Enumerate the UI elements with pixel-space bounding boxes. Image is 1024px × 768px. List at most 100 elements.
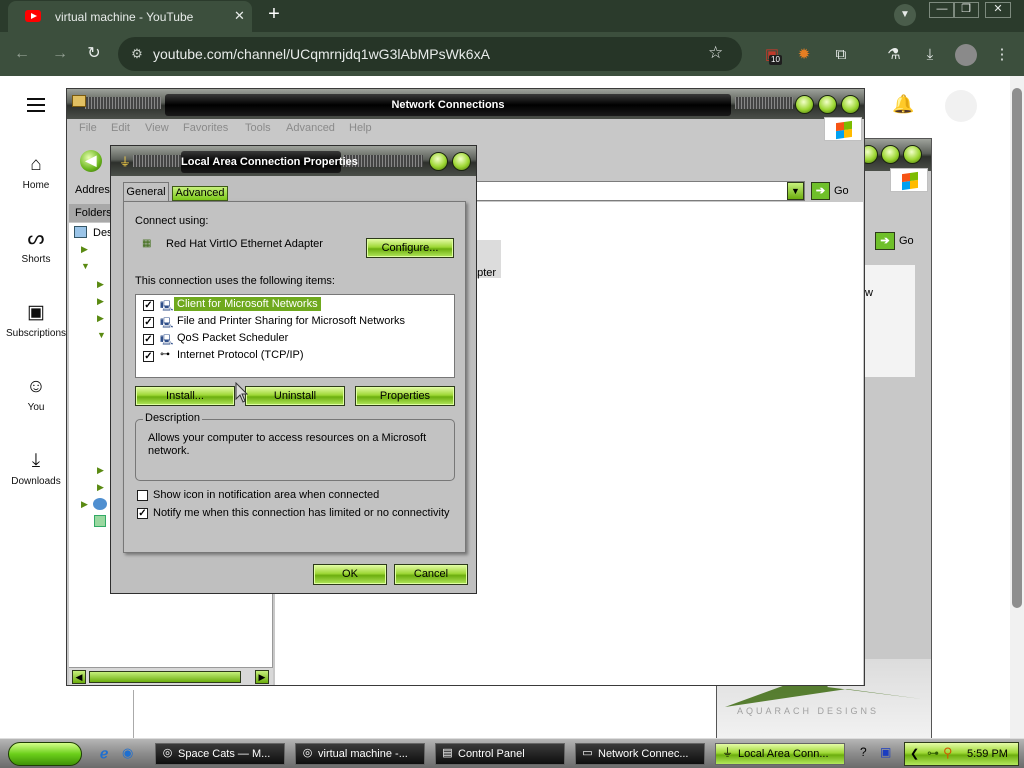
cancel-button[interactable]: Cancel <box>394 564 468 585</box>
tab-close-icon[interactable]: ✕ <box>234 8 245 24</box>
configure-button[interactable]: Configure... <box>366 238 454 258</box>
task-virtual-machine[interactable]: ◎ virtual machine -... <box>295 743 425 765</box>
tab-general[interactable]: General <box>123 182 169 201</box>
dialog-help-button[interactable] <box>429 152 448 171</box>
taskbar: ℯ ◉ ◎ Space Cats — M... ◎ virtual machine … <box>0 738 1024 768</box>
extension-2-icon[interactable]: ✹ <box>793 44 815 66</box>
maximize-button[interactable]: ❐ <box>953 2 979 18</box>
scroll-left-icon[interactable]: ◀ <box>72 670 86 684</box>
tab-advanced[interactable]: Advanced <box>172 186 228 201</box>
ie-quicklaunch-icon[interactable]: ℯ <box>100 745 108 762</box>
dialog-close-button[interactable] <box>452 152 471 171</box>
item-checkbox[interactable]: ✓ <box>143 351 154 362</box>
notify-checkbox[interactable]: ✓ <box>137 508 148 519</box>
address-bar[interactable]: ⚙ youtube.com/channel/UCqmrnjdq1wG3lAbMP… <box>118 37 742 71</box>
watermark-text: AQUARACH DESIGNS <box>737 706 880 716</box>
tray-app-icon[interactable]: ⊶ <box>927 746 939 760</box>
nc-address-field[interactable] <box>473 181 805 201</box>
tree-expand-icon[interactable]: ▶ <box>97 465 104 476</box>
install-button[interactable]: Install... <box>135 386 235 406</box>
components-list[interactable]: ✓ 🖳 Client for Microsoft Networks ✓ 🖳 Fi… <box>135 294 455 378</box>
item-checkbox[interactable]: ✓ <box>143 317 154 328</box>
menu-edit[interactable]: Edit <box>111 122 130 134</box>
menu-view[interactable]: View <box>145 122 169 134</box>
extension-icon[interactable]: ▣10 <box>761 44 783 66</box>
avatar[interactable] <box>945 90 977 122</box>
menu-help[interactable]: Help <box>349 122 372 134</box>
downloads-icon[interactable]: ⤓ <box>919 44 941 66</box>
tree-collapse-icon[interactable]: ▼ <box>81 261 90 271</box>
back-close-button[interactable] <box>903 145 922 164</box>
item-checkbox[interactable]: ✓ <box>143 300 154 311</box>
item-checkbox[interactable]: ✓ <box>143 334 154 345</box>
tree-expand-icon[interactable]: ▶ <box>97 279 104 290</box>
new-tab-button[interactable]: + <box>264 4 284 26</box>
profile-avatar[interactable] <box>955 44 977 66</box>
puzzle-icon[interactable]: ⧉ <box>830 44 852 66</box>
task-local-area-connection[interactable]: ⏚ Local Area Conn... <box>715 743 845 765</box>
tree-expand-icon[interactable]: ▶ <box>81 244 88 255</box>
nc-minimize-button[interactable] <box>795 95 814 114</box>
general-tab-panel: Connect using: ▦ Red Hat VirtIO Ethernet… <box>123 201 466 553</box>
list-item[interactable]: ✓ 🖳 Client for Microsoft Networks <box>136 297 454 314</box>
tree-collapse-icon[interactable]: ▼ <box>97 330 106 340</box>
sidebar-item-downloads[interactable]: ⤓ Downloads <box>0 448 72 487</box>
properties-button[interactable]: Properties <box>355 386 455 406</box>
list-item[interactable]: ✓ 🖳 QoS Packet Scheduler <box>136 331 454 348</box>
help-tray-icon[interactable]: ? <box>860 745 867 759</box>
kebab-menu-icon[interactable]: ⋮ <box>991 44 1013 66</box>
task-label: Local Area Conn... <box>738 748 829 760</box>
show-icon-checkbox[interactable] <box>137 490 148 501</box>
show-desktop-icon[interactable]: ◉ <box>122 745 133 761</box>
scroll-right-icon[interactable]: ▶ <box>255 670 269 684</box>
menu-file[interactable]: File <box>79 122 97 134</box>
back-arrow-icon[interactable]: ← <box>11 43 33 65</box>
scrollbar-thumb[interactable] <box>1012 88 1022 608</box>
ok-button[interactable]: OK <box>313 564 387 585</box>
address-dropdown-chevron-icon[interactable]: ▼ <box>787 182 804 200</box>
task-space-cats[interactable]: ◎ Space Cats — M... <box>155 743 285 765</box>
nc-maximize-button[interactable] <box>818 95 837 114</box>
sidebar-item-you[interactable]: ☺ You <box>0 374 72 413</box>
sidebar-item-shorts[interactable]: ᔕ Shorts <box>0 226 72 265</box>
tree-expand-icon[interactable]: ▶ <box>81 499 88 510</box>
menu-advanced[interactable]: Advanced <box>286 122 335 134</box>
tray-network-icon[interactable]: ▣ <box>880 745 891 759</box>
firefox-icon: ◎ <box>302 747 313 759</box>
tree-expand-icon[interactable]: ▶ <box>97 482 104 493</box>
browser-tab[interactable]: virtual machine - YouTube ✕ <box>8 1 252 32</box>
reload-icon[interactable]: ↻ <box>83 43 105 65</box>
back-go-arrow-icon[interactable]: ➔ <box>875 232 895 250</box>
scrollbar-thumb[interactable] <box>89 671 241 683</box>
sidebar-item-subscriptions[interactable]: ▣ Subscriptions <box>0 300 72 339</box>
tree-expand-icon[interactable]: ▶ <box>97 296 104 307</box>
site-info-icon[interactable]: ⚙ <box>128 46 146 62</box>
bookmark-star-icon[interactable]: ☆ <box>708 43 723 63</box>
hamburger-menu-icon[interactable] <box>27 98 45 112</box>
list-item[interactable]: ✓ 🖳 File and Printer Sharing for Microso… <box>136 314 454 331</box>
network-connection-icon: ⏚ <box>119 155 132 169</box>
tray-collapse-icon[interactable]: ❮ <box>910 747 919 760</box>
task-network-connections[interactable]: ▭ Network Connec... <box>575 743 705 765</box>
start-button[interactable] <box>8 742 82 766</box>
forward-arrow-icon[interactable]: → <box>49 43 71 65</box>
minimize-button[interactable]: — <box>929 2 955 18</box>
tree-expand-icon[interactable]: ▶ <box>97 313 104 324</box>
tray-search-icon[interactable]: ⚲ <box>943 745 953 761</box>
back-button-icon[interactable]: ◀ <box>80 150 102 172</box>
tab-search-chevron-icon[interactable]: ▼ <box>894 4 916 26</box>
task-control-panel[interactable]: ▤ Control Panel <box>435 743 565 765</box>
page-scrollbar[interactable] <box>1010 76 1024 738</box>
labs-flask-icon[interactable]: ⚗ <box>883 44 905 66</box>
sidebar-item-home[interactable]: ⌂ Home <box>0 152 72 191</box>
notifications-bell-icon[interactable]: 🔔 <box>892 94 914 115</box>
menu-tools[interactable]: Tools <box>245 122 271 134</box>
close-window-button[interactable]: ✕ <box>985 2 1011 18</box>
list-item[interactable]: ✓ ⊶ Internet Protocol (TCP/IP) <box>136 348 454 365</box>
go-arrow-icon[interactable]: ➔ <box>811 182 830 200</box>
uninstall-button[interactable]: Uninstall <box>245 386 345 406</box>
menu-favorites[interactable]: Favorites <box>183 122 228 134</box>
back-maximize-button[interactable] <box>881 145 900 164</box>
nc-close-button[interactable] <box>841 95 860 114</box>
folder-tree-hscrollbar[interactable]: ◀ ▶ <box>69 667 273 685</box>
